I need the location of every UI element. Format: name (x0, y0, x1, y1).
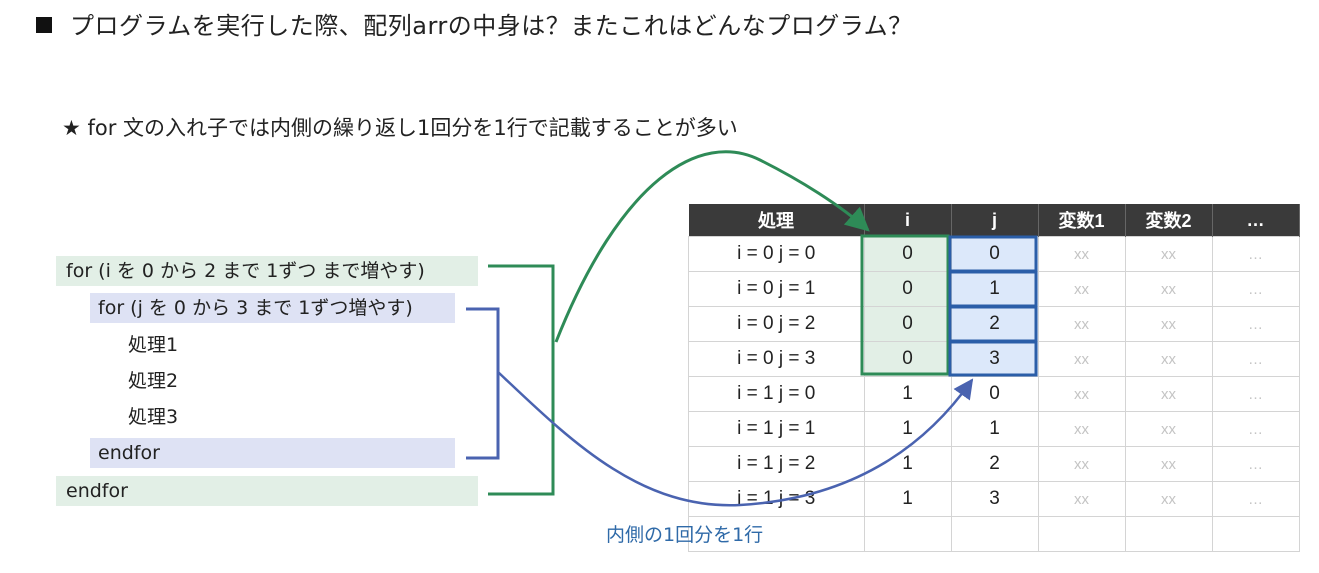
inner-endfor-line: endfor (90, 438, 455, 468)
cell-j: 2 (950, 446, 1039, 482)
cell-j: 0 (950, 236, 1039, 272)
cell-j: 1 (950, 411, 1039, 447)
cell-var1: xx (1037, 306, 1126, 342)
slide-heading: プログラムを実行した際、配列arrの中身は？またこれはどんなプログラム？ (70, 12, 913, 40)
table-row: i = 0 j = 1 0 1 xx xx … (688, 271, 1300, 307)
inner-loop-caption: 内側の1回分を1行 (606, 524, 764, 546)
cell-i: 0 (863, 341, 952, 377)
table-row: i = 1 j = 1 1 1 xx xx … (688, 411, 1300, 447)
square-bullet-icon (36, 17, 52, 33)
outer-loop-bracket (488, 264, 555, 496)
cell-more: … (1211, 236, 1300, 272)
cell-label: i = 0 j = 0 (688, 236, 865, 272)
cell-i: 1 (863, 446, 952, 482)
cell-more: … (1211, 341, 1300, 377)
cell-more: … (1211, 306, 1300, 342)
header-i: i (864, 204, 952, 237)
cell-more: … (1211, 446, 1300, 482)
cell-empty (1124, 516, 1213, 552)
outer-endfor-line: endfor (56, 476, 478, 506)
cell-empty (863, 516, 952, 552)
cell-i: 0 (863, 271, 952, 307)
cell-more: … (1211, 481, 1300, 517)
cell-var1: xx (1037, 446, 1126, 482)
cell-label: i = 0 j = 3 (688, 341, 865, 377)
table-row: i = 1 j = 2 1 2 xx xx … (688, 446, 1300, 482)
table-row: i = 1 j = 3 1 3 xx xx … (688, 481, 1300, 517)
note-text: ★ for 文の入れ子では内側の繰り返し1回分を1行で記載することが多い (62, 116, 738, 140)
cell-label: i = 1 j = 1 (688, 411, 865, 447)
cell-label: i = 0 j = 1 (688, 271, 865, 307)
cell-j: 2 (950, 306, 1039, 342)
header-var2: 変数2 (1125, 204, 1213, 237)
cell-empty (1211, 516, 1300, 552)
cell-i: 1 (863, 376, 952, 412)
cell-j: 3 (950, 341, 1039, 377)
cell-i: 1 (863, 481, 952, 517)
header-j: j (951, 204, 1039, 237)
table-row: i = 0 j = 3 0 3 xx xx … (688, 341, 1300, 377)
cell-label: i = 1 j = 2 (688, 446, 865, 482)
cell-var1: xx (1037, 376, 1126, 412)
cell-label: i = 1 j = 3 (688, 481, 865, 517)
cell-var1: xx (1037, 271, 1126, 307)
body-line-3: 処理3 (128, 406, 179, 428)
inner-for-line: for (j を 0 から 3 まで 1ずつ増やす) (90, 293, 455, 323)
header-more: … (1212, 204, 1300, 237)
cell-i: 0 (863, 306, 952, 342)
header-var1: 変数1 (1038, 204, 1126, 237)
cell-label: i = 1 j = 0 (688, 376, 865, 412)
cell-var1: xx (1037, 341, 1126, 377)
cell-var2: xx (1124, 271, 1213, 307)
cell-empty (950, 516, 1039, 552)
cell-j: 1 (950, 271, 1039, 307)
cell-var2: xx (1124, 306, 1213, 342)
cell-var2: xx (1124, 446, 1213, 482)
body-line-2: 処理2 (128, 370, 179, 392)
cell-empty (1037, 516, 1126, 552)
cell-more: … (1211, 411, 1300, 447)
cell-i: 0 (863, 236, 952, 272)
slide-title: プログラムを実行した際、配列arrの中身は？またこれはどんなプログラム？ (36, 6, 913, 41)
cell-j: 0 (950, 376, 1039, 412)
cell-i: 1 (863, 411, 952, 447)
trace-table: 処理 i j 変数1 変数2 … i = 0 j = 0 0 0 xx xx …… (688, 204, 1300, 552)
header-process: 処理 (688, 204, 865, 237)
cell-more: … (1211, 271, 1300, 307)
cell-j: 3 (950, 481, 1039, 517)
cell-var2: xx (1124, 376, 1213, 412)
cell-var1: xx (1037, 481, 1126, 517)
table-header-row: 処理 i j 変数1 変数2 … (688, 204, 1300, 237)
cell-label: i = 0 j = 2 (688, 306, 865, 342)
table-row: i = 0 j = 0 0 0 xx xx … (688, 236, 1300, 272)
cell-var2: xx (1124, 481, 1213, 517)
cell-var2: xx (1124, 341, 1213, 377)
body-line-1: 処理1 (128, 334, 179, 356)
outer-for-line: for (i を 0 から 2 まで 1ずつ まで増やす) (56, 256, 478, 286)
table-row: i = 0 j = 2 0 2 xx xx … (688, 306, 1300, 342)
cell-var2: xx (1124, 236, 1213, 272)
table-row: i = 1 j = 0 1 0 xx xx … (688, 376, 1300, 412)
cell-var1: xx (1037, 411, 1126, 447)
inner-loop-bracket (466, 307, 500, 460)
cell-var2: xx (1124, 411, 1213, 447)
table-row-empty (688, 516, 1300, 552)
cell-var1: xx (1037, 236, 1126, 272)
cell-more: … (1211, 376, 1300, 412)
